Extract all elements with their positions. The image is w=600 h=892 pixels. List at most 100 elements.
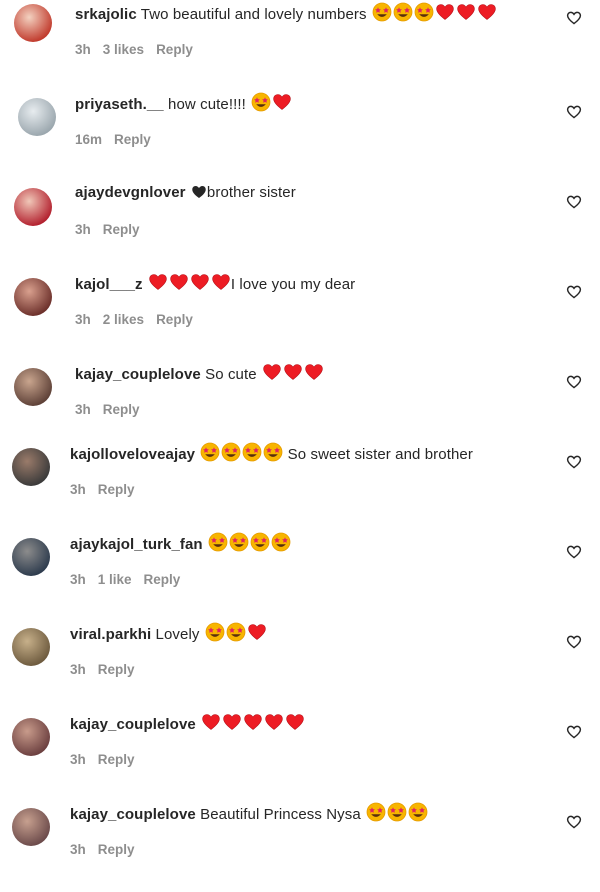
heart-outline-icon[interactable]	[566, 194, 582, 210]
red-heart-icon	[435, 2, 455, 29]
star-eyes-icon	[387, 802, 407, 829]
red-heart-icon	[456, 2, 476, 29]
reply-button[interactable]: Reply	[156, 42, 193, 57]
comment-emojis	[365, 802, 428, 823]
star-eyes-icon	[271, 532, 291, 559]
red-heart-icon	[272, 92, 292, 119]
comment-row: viral.parkhi Lovely 3h Reply	[0, 622, 600, 712]
comment-time: 16m	[75, 132, 103, 147]
comment-text: I love you my dear	[230, 276, 356, 293]
reply-button[interactable]: Reply	[114, 132, 151, 147]
comment-username[interactable]: kajolloveloveajay	[70, 446, 195, 463]
heart-outline-icon[interactable]	[566, 814, 582, 830]
comment-username[interactable]: kajol___z	[75, 276, 143, 293]
comment-emojis	[371, 2, 497, 23]
heart-outline-icon[interactable]	[566, 284, 582, 300]
heart-outline-icon[interactable]	[566, 454, 582, 470]
comment-row: kajay_couplelove 3h Reply	[0, 712, 600, 802]
comment-row: priyaseth.__ how cute!!!! 16m Reply	[0, 92, 600, 182]
comment-text: So cute	[205, 366, 257, 383]
reply-button[interactable]: Reply	[98, 482, 135, 497]
avatar[interactable]	[12, 448, 50, 486]
comment-row: ajaykajol_turk_fan 3h 1 like Reply	[0, 532, 600, 622]
star-eyes-icon	[393, 2, 413, 29]
comment-time: 3h	[70, 662, 86, 677]
heart-outline-icon[interactable]	[566, 10, 582, 26]
comment-username[interactable]: srkajolic	[75, 6, 137, 23]
comment-time: 3h	[75, 222, 91, 237]
comment-body: kajay_couplelove Beautiful Princess Nysa	[70, 802, 428, 829]
comment-emojis	[190, 184, 207, 201]
reply-button[interactable]: Reply	[103, 402, 140, 417]
comment-username[interactable]: priyaseth.__	[75, 96, 164, 113]
comment-meta: 3h Reply	[75, 402, 152, 417]
comment-row: ajaydevgnlover brother sister 3h Reply	[0, 182, 600, 272]
comment-username[interactable]: kajay_couplelove	[75, 366, 201, 383]
avatar[interactable]	[14, 4, 52, 42]
comment-time: 3h	[70, 482, 86, 497]
heart-outline-icon[interactable]	[566, 544, 582, 560]
comment-emojis	[261, 364, 324, 383]
comment-meta: 3h 3 likes Reply	[75, 42, 205, 57]
like-count[interactable]: 1 like	[98, 572, 132, 587]
reply-button[interactable]: Reply	[98, 752, 135, 767]
reply-button[interactable]: Reply	[144, 572, 181, 587]
comment-text: So sweet sister and brother	[287, 446, 473, 463]
star-eyes-icon	[250, 532, 270, 559]
reply-button[interactable]: Reply	[103, 222, 140, 237]
heart-outline-icon[interactable]	[566, 374, 582, 390]
comment-text: Beautiful Princess Nysa	[200, 806, 361, 823]
red-heart-icon	[169, 272, 189, 299]
red-heart-icon	[148, 272, 168, 299]
red-heart-icon	[262, 362, 282, 389]
comment-username[interactable]: ajaykajol_turk_fan	[70, 536, 203, 553]
avatar[interactable]	[18, 98, 56, 136]
comment-meta: 16m Reply	[75, 132, 163, 147]
comment-username[interactable]: ajaydevgnlover	[75, 184, 186, 201]
red-heart-icon	[190, 272, 210, 299]
comment-time: 3h	[70, 752, 86, 767]
avatar[interactable]	[14, 188, 52, 226]
comment-time: 3h	[75, 402, 91, 417]
star-eyes-icon	[408, 802, 428, 829]
comment-username[interactable]: viral.parkhi	[70, 626, 151, 643]
avatar[interactable]	[14, 278, 52, 316]
reply-button[interactable]: Reply	[156, 312, 193, 327]
red-heart-icon	[211, 272, 231, 299]
like-count[interactable]: 3 likes	[103, 42, 144, 57]
avatar[interactable]	[12, 628, 50, 666]
star-eyes-icon	[221, 442, 241, 469]
comment-meta: 3h Reply	[70, 842, 147, 857]
heart-outline-icon[interactable]	[566, 724, 582, 740]
avatar[interactable]	[12, 538, 50, 576]
comment-meta: 3h Reply	[70, 752, 147, 767]
comment-username[interactable]: kajay_couplelove	[70, 806, 196, 823]
red-heart-icon	[304, 362, 324, 389]
comment-body: kajolloveloveajay So sweet sister and br…	[70, 442, 473, 469]
red-heart-icon	[243, 712, 263, 739]
avatar[interactable]	[14, 368, 52, 406]
red-heart-icon	[283, 362, 303, 389]
star-eyes-icon	[263, 442, 283, 469]
red-heart-icon	[477, 2, 497, 29]
like-count[interactable]: 2 likes	[103, 312, 144, 327]
comment-row: kajay_couplelove So cute 3h Reply	[0, 362, 600, 452]
reply-button[interactable]: Reply	[98, 662, 135, 677]
avatar[interactable]	[12, 718, 50, 756]
comment-text: Two beautiful and lovely numbers	[140, 6, 367, 23]
comment-meta: 3h 2 likes Reply	[75, 312, 205, 327]
comment-emojis	[147, 274, 231, 293]
comment-username[interactable]: kajay_couplelove	[70, 716, 196, 733]
reply-button[interactable]: Reply	[98, 842, 135, 857]
heart-outline-icon[interactable]	[566, 634, 582, 650]
comment-row: kajay_couplelove Beautiful Princess Nysa…	[0, 802, 600, 892]
heart-outline-icon[interactable]	[566, 104, 582, 120]
comment-emojis	[207, 532, 291, 553]
comment-emojis	[204, 622, 267, 643]
red-heart-icon	[247, 622, 267, 649]
avatar[interactable]	[12, 808, 50, 846]
star-eyes-icon	[366, 802, 386, 829]
star-eyes-icon	[226, 622, 246, 649]
comment-body: kajay_couplelove So cute	[75, 362, 324, 389]
comment-text: how cute!!!!	[168, 96, 246, 113]
